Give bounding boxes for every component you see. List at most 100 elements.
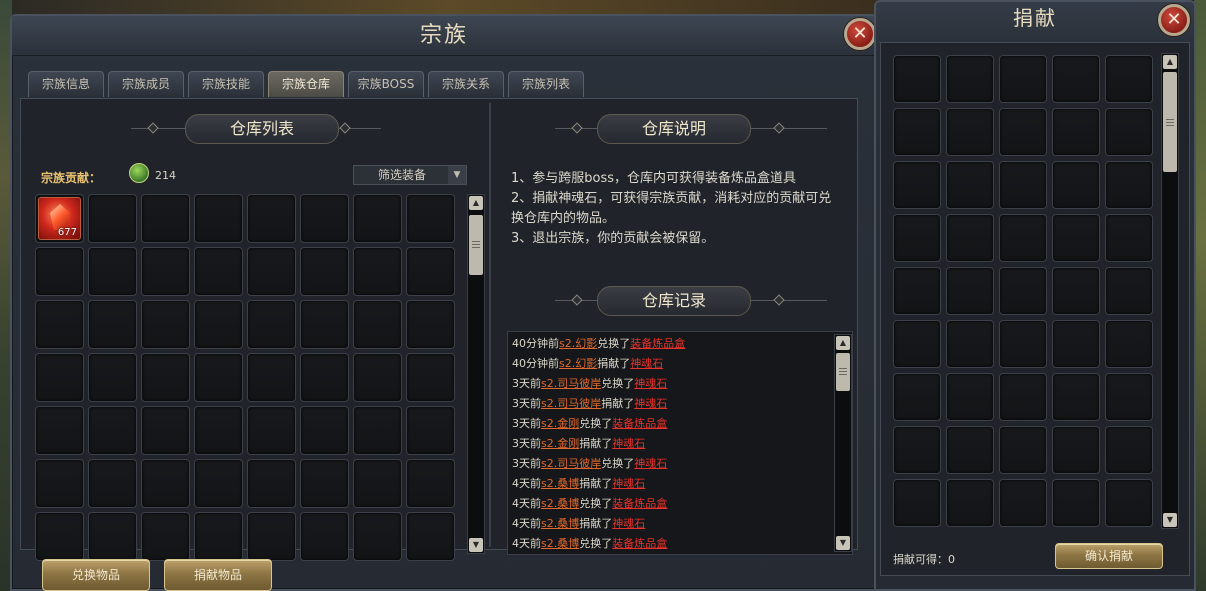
warehouse-slot[interactable] [406,406,455,455]
donate-slot[interactable] [1052,373,1100,421]
warehouse-slot[interactable] [300,459,349,508]
close-button[interactable]: ✕ [844,18,876,50]
donate-slot[interactable] [946,214,994,262]
warehouse-slot[interactable] [88,406,137,455]
donate-slot[interactable] [893,161,941,209]
warehouse-slot[interactable] [353,406,402,455]
warehouse-slot[interactable] [300,247,349,296]
warehouse-slot[interactable] [247,406,296,455]
donate-slot[interactable] [1105,426,1153,474]
record-user-link[interactable]: s2.金刚 [541,437,579,450]
warehouse-slot[interactable] [194,512,243,561]
donate-slot[interactable] [893,214,941,262]
warehouse-slot[interactable] [353,353,402,402]
donate-slot[interactable] [946,161,994,209]
warehouse-slot[interactable] [247,300,296,349]
donate-slot[interactable] [946,108,994,156]
warehouse-slot[interactable] [406,353,455,402]
warehouse-slot[interactable] [300,300,349,349]
donate-slot[interactable] [999,373,1047,421]
warehouse-slot[interactable] [141,194,190,243]
warehouse-slot[interactable] [141,512,190,561]
confirm-donate-button[interactable]: 确认捐献 [1055,543,1163,569]
donate-slot[interactable] [893,320,941,368]
record-user-link[interactable]: s2.司马彼岸 [541,397,601,410]
warehouse-slot[interactable] [88,353,137,402]
donate-slot[interactable] [999,161,1047,209]
exchange-items-button[interactable]: 兑换物品 [42,559,150,591]
warehouse-slot[interactable]: 677 [35,194,84,243]
record-user-link[interactable]: s2.金刚 [541,417,579,430]
donate-slot[interactable] [946,373,994,421]
scroll-up-arrow-icon[interactable]: ▲ [836,336,850,350]
tab-clan-list[interactable]: 宗族列表 [508,71,584,97]
donate-slot[interactable] [999,426,1047,474]
warehouse-slot[interactable] [141,406,190,455]
warehouse-slot[interactable] [353,512,402,561]
record-item-link[interactable]: 神魂石 [634,457,667,470]
donate-slot[interactable] [1052,479,1100,527]
warehouse-slot[interactable] [406,459,455,508]
warehouse-slot[interactable] [88,194,137,243]
warehouse-slot[interactable] [194,406,243,455]
warehouse-slot[interactable] [300,406,349,455]
scroll-down-arrow-icon[interactable]: ▼ [1163,513,1177,527]
record-user-link[interactable]: s2.桑博 [541,537,579,550]
donate-slot[interactable] [999,108,1047,156]
donate-slot[interactable] [1105,108,1153,156]
warehouse-slot[interactable] [353,247,402,296]
scroll-thumb[interactable] [469,215,483,275]
warehouse-slot[interactable] [141,247,190,296]
record-item-link[interactable]: 装备炼品盒 [612,537,667,550]
warehouse-slot[interactable] [88,247,137,296]
warehouse-slot[interactable] [141,300,190,349]
donate-slot[interactable] [1052,161,1100,209]
scroll-down-arrow-icon[interactable]: ▼ [836,536,850,550]
donate-slot[interactable] [1105,373,1153,421]
warehouse-slot[interactable] [300,512,349,561]
warehouse-slot[interactable] [35,512,84,561]
record-item-link[interactable]: 神魂石 [612,437,645,450]
scroll-thumb[interactable] [1163,72,1177,172]
warehouse-slot[interactable] [35,459,84,508]
donate-slot[interactable] [999,320,1047,368]
donate-slot[interactable] [1052,214,1100,262]
donate-slot[interactable] [946,426,994,474]
donate-slot[interactable] [1105,161,1153,209]
records-scrollbar[interactable]: ▲ ▼ [834,334,852,552]
record-user-link[interactable]: s2.幻影 [559,337,597,350]
filter-dropdown[interactable]: 筛选装备 ▼ [353,165,467,185]
donate-slot[interactable] [1052,267,1100,315]
donate-slot[interactable] [946,479,994,527]
donate-slot[interactable] [1105,320,1153,368]
record-user-link[interactable]: s2.桑博 [541,477,579,490]
warehouse-slot[interactable] [194,459,243,508]
donate-slot[interactable] [1105,267,1153,315]
record-item-link[interactable]: 神魂石 [634,397,667,410]
record-item-link[interactable]: 装备炼品盒 [630,337,685,350]
tab-clan-boss[interactable]: 宗族BOSS [348,71,424,97]
warehouse-slot[interactable] [247,459,296,508]
donate-slot[interactable] [946,267,994,315]
record-user-link[interactable]: s2.司马彼岸 [541,377,601,390]
warehouse-slot[interactable] [35,406,84,455]
warehouse-slot[interactable] [406,512,455,561]
donate-slot[interactable] [999,267,1047,315]
donate-slot[interactable] [893,55,941,103]
tab-clan-relations[interactable]: 宗族关系 [428,71,504,97]
tab-clan-members[interactable]: 宗族成员 [108,71,184,97]
donate-slot[interactable] [946,320,994,368]
record-item-link[interactable]: 神魂石 [612,517,645,530]
donate-slot[interactable] [946,55,994,103]
donate-slot[interactable] [1052,108,1100,156]
warehouse-slot[interactable] [141,459,190,508]
warehouse-slot[interactable] [247,512,296,561]
donate-slot[interactable] [893,267,941,315]
warehouse-slot[interactable] [406,300,455,349]
red-crystal-icon[interactable]: 677 [38,197,81,240]
donate-slot[interactable] [1105,214,1153,262]
donate-slot[interactable] [999,55,1047,103]
warehouse-slot[interactable] [141,353,190,402]
warehouse-slot[interactable] [88,512,137,561]
donate-slot[interactable] [893,479,941,527]
